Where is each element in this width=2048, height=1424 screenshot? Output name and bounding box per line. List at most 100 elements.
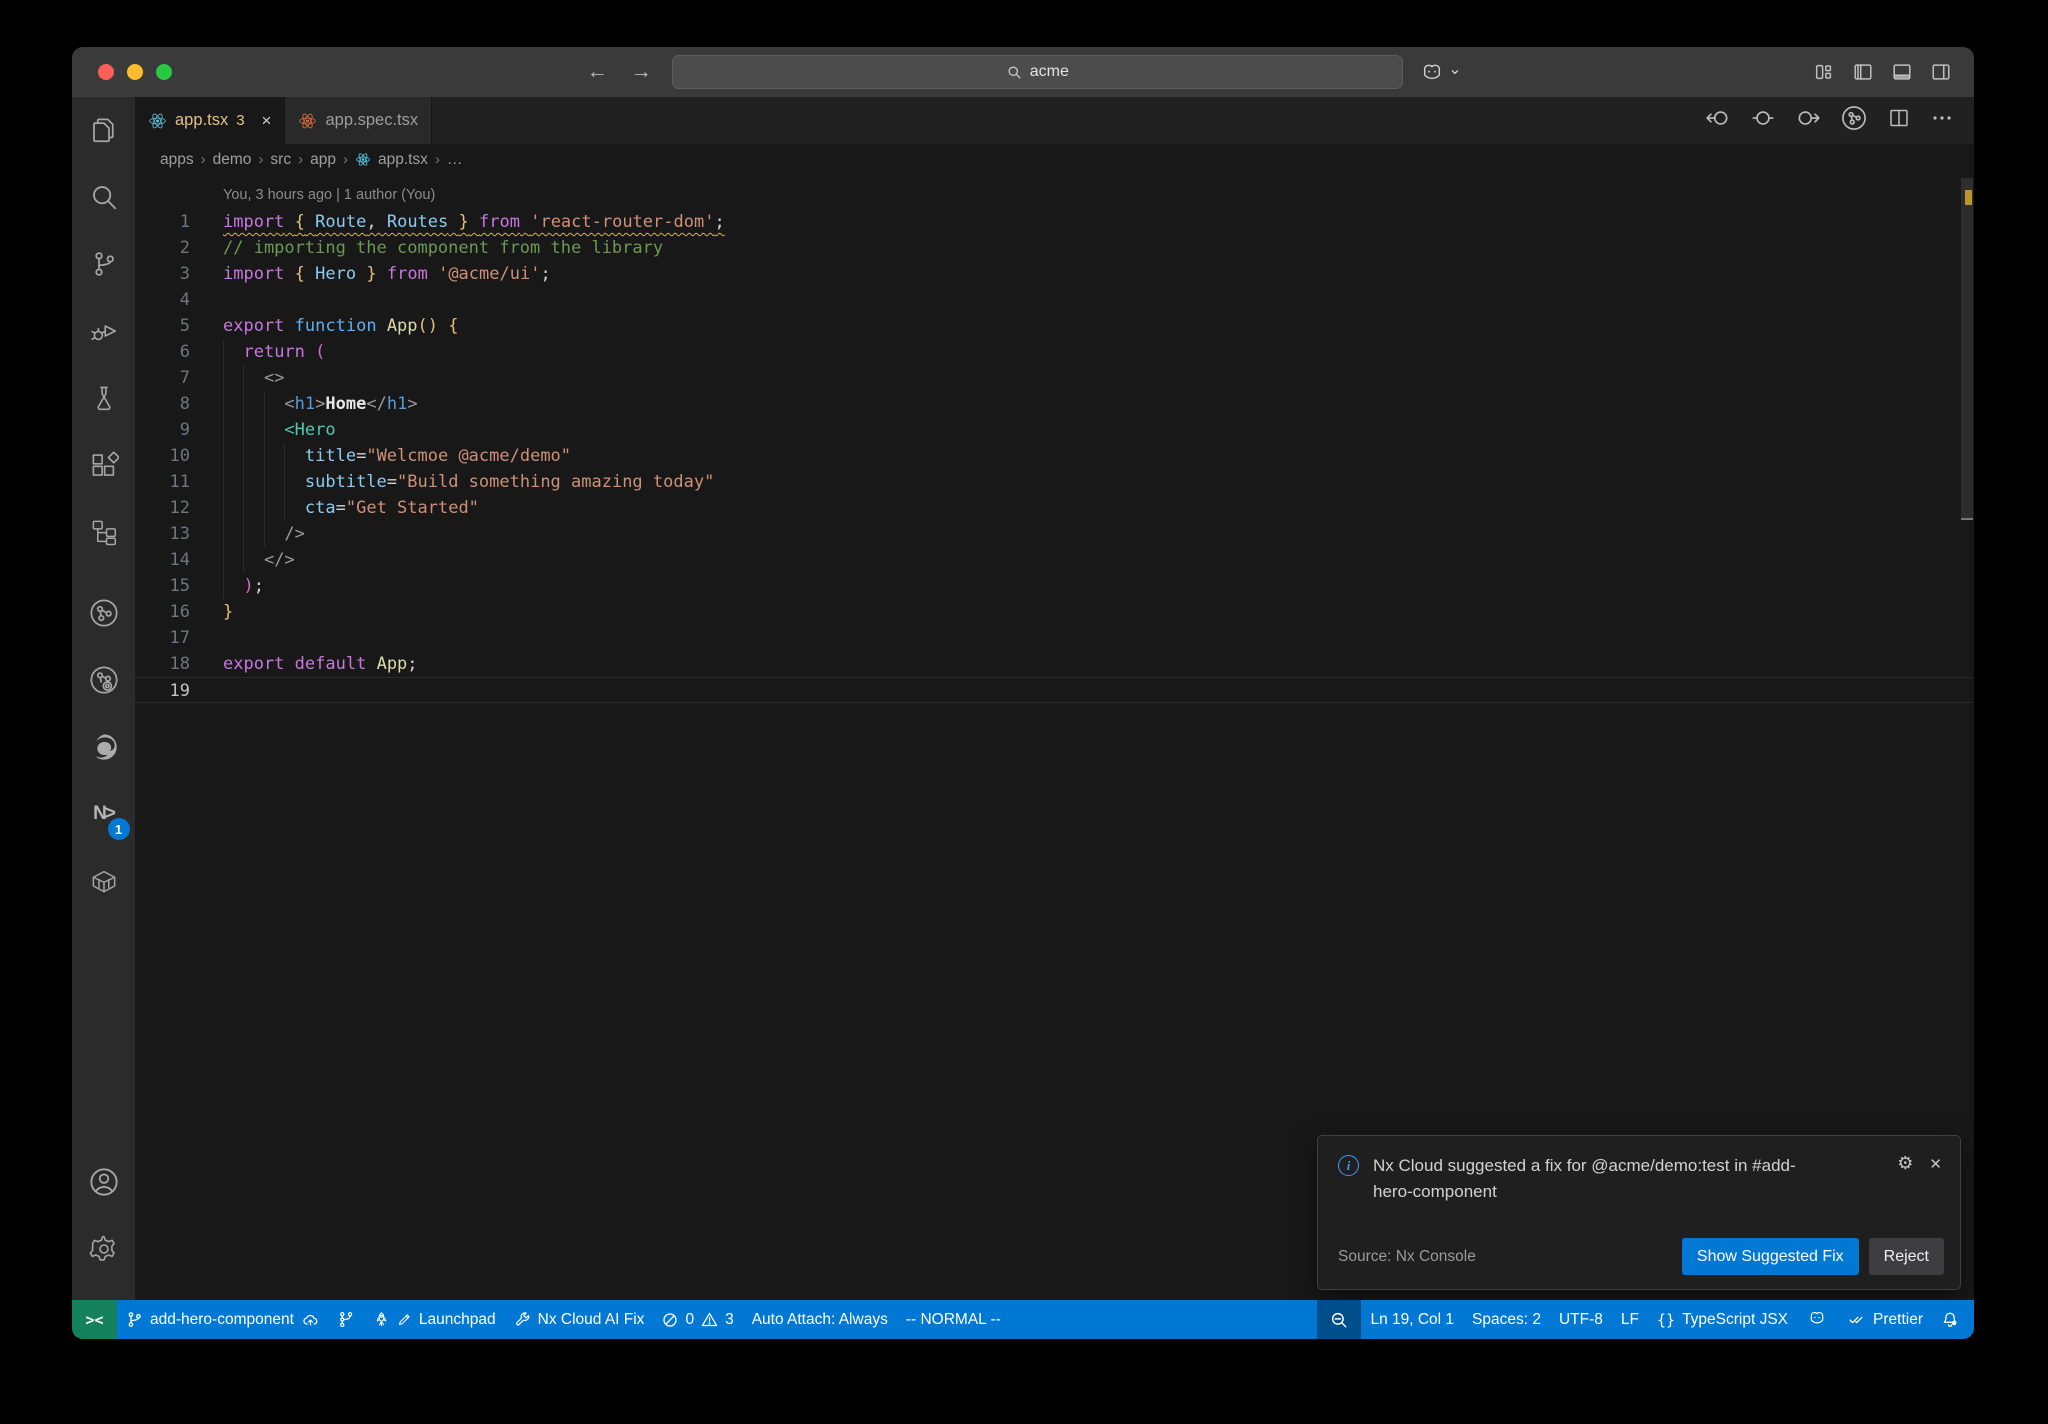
encoding[interactable]: UTF-8 xyxy=(1550,1300,1612,1339)
nav-forward-circle-icon[interactable] xyxy=(1795,105,1821,136)
activity-source-control-icon[interactable] xyxy=(80,240,128,288)
copilot-status[interactable] xyxy=(1797,1300,1837,1339)
split-editor-icon[interactable] xyxy=(1887,106,1911,135)
line-number[interactable]: 14 xyxy=(135,547,190,573)
breadcrumb-item[interactable]: demo xyxy=(213,151,252,169)
git-graph[interactable] xyxy=(329,1300,364,1339)
line-number[interactable]: 2 xyxy=(135,235,190,261)
activity-run-debug-icon[interactable] xyxy=(80,307,128,355)
nx-cloud-ai-fix[interactable]: Nx Cloud AI Fix xyxy=(505,1300,654,1339)
line-number[interactable]: 13 xyxy=(135,521,190,547)
code-line[interactable]: 3 import { Hero } from '@acme/ui'; xyxy=(135,261,1974,287)
vim-mode[interactable]: -- NORMAL -- xyxy=(897,1300,1010,1339)
line-number[interactable]: 6 xyxy=(135,339,190,365)
breadcrumb-more[interactable]: … xyxy=(447,151,463,169)
formatter[interactable]: Prettier xyxy=(1837,1300,1932,1339)
breadcrumb-item[interactable]: src xyxy=(270,151,291,169)
line-content: export default App; xyxy=(223,654,418,674)
close-tab-icon[interactable]: × xyxy=(262,112,272,129)
line-number[interactable]: 18 xyxy=(135,651,190,677)
code-line[interactable]: 4 xyxy=(135,287,1974,313)
line-number[interactable]: 15 xyxy=(135,573,190,599)
code-line[interactable]: 12 cta="Get Started" xyxy=(135,495,1974,521)
activity-accounts-icon[interactable] xyxy=(80,1158,128,1206)
activity-nx-project-details-icon[interactable] xyxy=(80,656,128,704)
history-forward-button[interactable]: → xyxy=(628,60,654,84)
line-number[interactable]: 5 xyxy=(135,313,190,339)
reject-button[interactable]: Reject xyxy=(1868,1238,1944,1275)
launchpad[interactable]: Launchpad xyxy=(364,1300,505,1339)
more-actions-icon[interactable] xyxy=(1930,106,1954,135)
code-line[interactable]: 14 </> xyxy=(135,547,1974,573)
remote-indicator[interactable]: >< xyxy=(72,1300,117,1339)
nav-location-circle-icon[interactable] xyxy=(1750,105,1776,136)
language-mode[interactable]: {} TypeScript JSX xyxy=(1648,1300,1797,1339)
problems[interactable]: 03 xyxy=(653,1300,742,1339)
show-suggested-fix-button[interactable]: Show Suggested Fix xyxy=(1681,1238,1859,1275)
nx-graph-circle-icon[interactable] xyxy=(1840,104,1868,137)
code-line[interactable]: 10 title="Welcmoe @acme/demo" xyxy=(135,443,1974,469)
activity-testing-icon[interactable] xyxy=(80,374,128,422)
git-branch[interactable]: add-hero-component xyxy=(117,1300,329,1339)
breadcrumb-item[interactable]: apps xyxy=(160,151,194,169)
eol[interactable]: LF xyxy=(1612,1300,1648,1339)
line-number[interactable]: 12 xyxy=(135,495,190,521)
line-number[interactable]: 7 xyxy=(135,365,190,391)
zoom-indicator[interactable] xyxy=(1317,1300,1362,1339)
code-line[interactable]: 13 /> xyxy=(135,521,1974,547)
toggle-panel-icon[interactable] xyxy=(1891,61,1913,83)
code-line[interactable]: 1 import { Route, Routes } from 'react-ro… xyxy=(135,209,1974,235)
code-line[interactable]: 11 subtitle="Build something amazing tod… xyxy=(135,469,1974,495)
line-number[interactable]: 4 xyxy=(135,287,190,313)
tab-app-tsx[interactable]: app.tsx 3 × xyxy=(135,97,286,144)
activity-settings-gear-icon[interactable] xyxy=(80,1225,128,1273)
line-number[interactable]: 16 xyxy=(135,599,190,625)
activity-extensions-icon[interactable] xyxy=(80,441,128,489)
line-number[interactable]: 8 xyxy=(135,391,190,417)
indentation[interactable]: Spaces: 2 xyxy=(1463,1300,1550,1339)
activity-references-icon[interactable] xyxy=(80,508,128,556)
line-number[interactable]: 10 xyxy=(135,443,190,469)
code-line[interactable]: 15 ); xyxy=(135,573,1974,599)
activity-containers-icon[interactable] xyxy=(80,857,128,905)
nav-back-circle-icon[interactable] xyxy=(1705,105,1731,136)
code-line[interactable]: 17 xyxy=(135,625,1974,651)
code-line[interactable]: 6 return ( xyxy=(135,339,1974,365)
command-center-search[interactable]: acme xyxy=(672,55,1404,89)
activity-edge-browser-icon[interactable] xyxy=(80,723,128,771)
code-line[interactable]: 5 export function App() { xyxy=(135,313,1974,339)
line-number[interactable]: 11 xyxy=(135,469,190,495)
code-line[interactable]: 18 export default App; xyxy=(135,651,1974,677)
toggle-secondary-sidebar-icon[interactable] xyxy=(1930,61,1952,83)
scrollbar-thumb[interactable] xyxy=(1961,178,1973,520)
notifications-bell[interactable] xyxy=(1932,1300,1968,1339)
line-number[interactable]: 19 xyxy=(135,678,190,702)
line-number[interactable]: 17 xyxy=(135,625,190,651)
tab-app-spec-tsx[interactable]: app.spec.tsx xyxy=(285,97,433,144)
code-line[interactable]: 9 <Hero xyxy=(135,417,1974,443)
copilot-menu[interactable]: ⌄ xyxy=(1421,61,1462,80)
customize-layout-icon[interactable] xyxy=(1813,61,1835,83)
history-back-button[interactable]: ← xyxy=(584,60,610,84)
activity-search-icon[interactable] xyxy=(80,173,128,221)
toggle-primary-sidebar-icon[interactable] xyxy=(1852,61,1874,83)
activity-explorer-icon[interactable] xyxy=(80,106,128,154)
auto-attach[interactable]: Auto Attach: Always xyxy=(743,1300,897,1339)
activity-nx-project-graph-icon[interactable] xyxy=(80,589,128,637)
notification-settings-gear-icon[interactable]: ⚙ xyxy=(1897,1153,1913,1174)
code-editor[interactable]: You, 3 hours ago | 1 author (You) 1 impor… xyxy=(135,175,1974,1300)
breadcrumb-file[interactable]: app.tsx xyxy=(378,151,428,169)
activity-nx-console-icon[interactable]: N> 1 xyxy=(80,790,130,840)
code-line[interactable]: 19 xyxy=(135,677,1974,703)
codelens-annotation[interactable]: You, 3 hours ago | 1 author (You) xyxy=(135,183,1974,209)
line-number[interactable]: 1 xyxy=(135,209,190,235)
line-number[interactable]: 3 xyxy=(135,261,190,287)
notification-close-icon[interactable]: ✕ xyxy=(1929,1155,1942,1173)
breadcrumb-item[interactable]: app xyxy=(310,151,336,169)
code-line[interactable]: 16} xyxy=(135,599,1974,625)
code-line[interactable]: 7 <> xyxy=(135,365,1974,391)
code-line[interactable]: 2 // importing the component from the lib… xyxy=(135,235,1974,261)
cursor-position[interactable]: Ln 19, Col 1 xyxy=(1361,1300,1463,1339)
line-number[interactable]: 9 xyxy=(135,417,190,443)
code-line[interactable]: 8 <h1>Home</h1> xyxy=(135,391,1974,417)
